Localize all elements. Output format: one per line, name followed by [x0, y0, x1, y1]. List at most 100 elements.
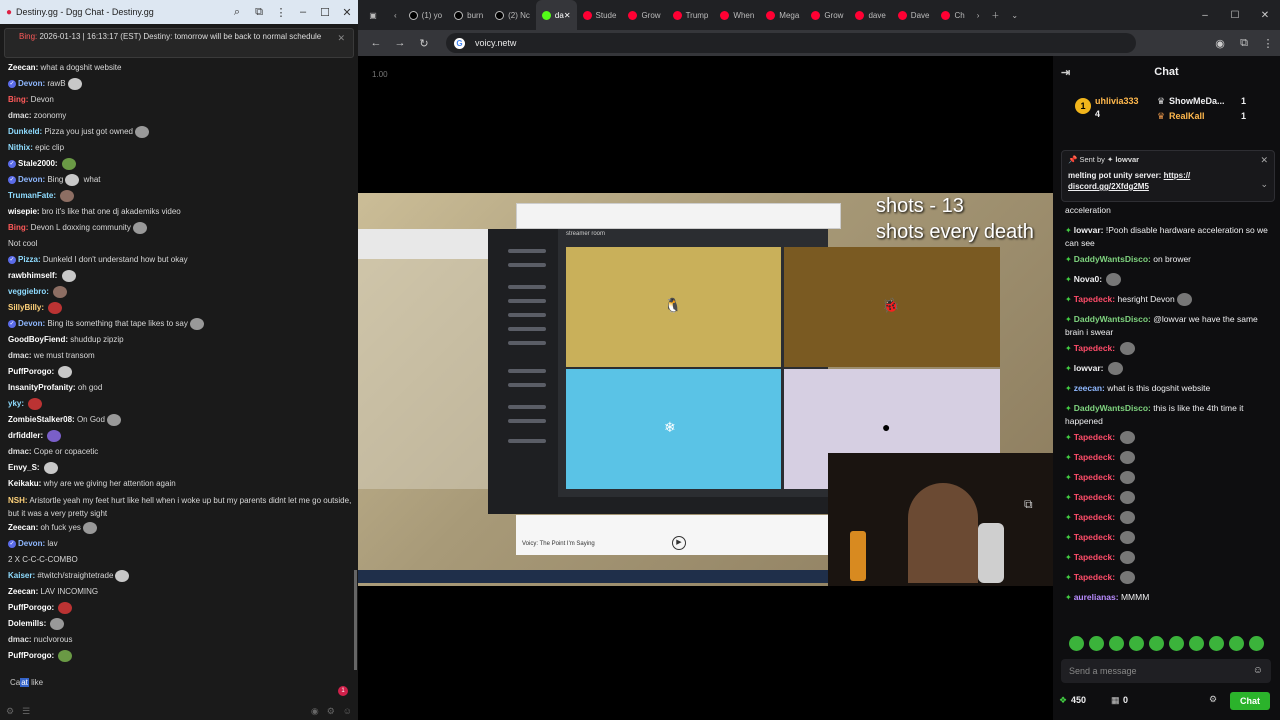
chat-username[interactable]: Envy_S: [8, 463, 40, 472]
tab-scroll-right-icon[interactable]: › [971, 0, 986, 30]
chat-username[interactable]: Tapedeck: [1074, 532, 1115, 542]
chat-username[interactable]: Pizza: [18, 255, 41, 264]
chat-username[interactable]: PuffPorogo: [8, 603, 54, 612]
unpin-icon[interactable]: ✕ [1260, 155, 1268, 166]
chat-username[interactable]: Devon: [18, 319, 45, 328]
extensions-icon[interactable]: ⧉ [1232, 37, 1256, 50]
browser-tab[interactable]: da ✕ [535, 0, 577, 30]
chat-username[interactable]: dmac: [8, 447, 32, 456]
profile-icon[interactable]: ◉ [1208, 37, 1232, 50]
chat-username[interactable]: DaddyWantsDisco: [1074, 254, 1151, 264]
users-icon[interactable]: ☰ [22, 706, 30, 717]
gift-count[interactable]: 0 [1123, 695, 1128, 705]
chat-username[interactable]: yky: [8, 399, 24, 408]
reload-icon[interactable]: ↻ [412, 37, 436, 50]
browser-tab[interactable]: Stude [577, 0, 623, 30]
chat-username[interactable]: Devon: [18, 175, 45, 184]
close-icon[interactable]: ✕ [337, 33, 345, 44]
chat-username[interactable]: drfiddler: [8, 431, 43, 440]
emote-icon[interactable] [1169, 636, 1184, 651]
chat-username[interactable]: InsanityProfanity: [8, 383, 76, 392]
close-button[interactable]: ✕ [1250, 10, 1280, 21]
maximize-button[interactable]: ☐ [314, 6, 336, 19]
chat-username[interactable]: veggiebro: [8, 287, 49, 296]
maximize-button[interactable]: ☐ [1220, 10, 1250, 21]
chat-username[interactable]: rawbhimself: [8, 271, 57, 280]
chat-username[interactable]: Devon: [18, 79, 45, 88]
people-icon[interactable]: ☺ [343, 706, 352, 716]
minimize-button[interactable]: – [1190, 10, 1220, 21]
eye-icon[interactable]: ◉ [311, 706, 319, 717]
browser-tab[interactable]: (2) Nc [489, 0, 536, 30]
chat-username[interactable]: aurelianas: [1074, 592, 1119, 602]
chat-scrollbar[interactable] [354, 570, 357, 670]
chat-username[interactable]: Dolemills: [8, 619, 46, 628]
collapse-chat-icon[interactable]: ⇥ [1061, 66, 1070, 79]
chat-username[interactable]: Stale2000: [18, 159, 58, 168]
forward-icon[interactable]: → [388, 37, 412, 49]
browser-tab[interactable]: Mega [760, 0, 805, 30]
notification-badge[interactable]: 1 [338, 686, 348, 696]
chat-username[interactable]: DaddyWantsDisco: [1074, 314, 1151, 324]
emoji-icon[interactable]: ☺ [1253, 659, 1263, 683]
chat-username[interactable]: GoodBoyFiend: [8, 335, 68, 344]
chevron-down-icon[interactable]: ⌄ [1260, 179, 1268, 190]
chat-username[interactable]: wisepie: [8, 207, 40, 216]
chat-username[interactable]: Tapedeck: [1074, 572, 1115, 582]
chat-username[interactable]: zeecan: [1074, 383, 1105, 393]
chat-username[interactable]: Bing: [8, 95, 28, 104]
chat-username[interactable]: Tapedeck: [1074, 294, 1115, 304]
chat-username[interactable]: Zeecan: [8, 63, 38, 72]
emote-icon[interactable] [1149, 636, 1164, 651]
emote-icon[interactable] [1249, 636, 1264, 651]
emote-icon[interactable] [1069, 636, 1084, 651]
chat-username[interactable]: dmac: [8, 351, 32, 360]
chat-username[interactable]: SillyBilly: [8, 303, 44, 312]
browser-tab[interactable]: burn [448, 0, 489, 30]
pip-icon[interactable]: ⧉ [1024, 497, 1033, 512]
send-message-input[interactable]: Send a message ☺ [1061, 659, 1271, 683]
chat-username[interactable]: ZombieStalker08: [8, 415, 75, 424]
browser-tab[interactable]: Ch [935, 0, 970, 30]
chat-username[interactable]: Tapedeck: [1074, 343, 1115, 353]
leader-name[interactable]: ShowMeDa... [1169, 96, 1225, 106]
chat-input[interactable]: Caat like [4, 674, 354, 696]
chat-username[interactable]: Tapedeck: [1074, 432, 1115, 442]
chat-username[interactable]: Devon: [18, 539, 45, 548]
chat-username[interactable]: TrumanFate: [8, 191, 56, 200]
browser-tab[interactable]: Grow [805, 0, 849, 30]
menu-dots-icon[interactable]: ⋮ [270, 6, 292, 19]
menu-dots-icon[interactable]: ⋮ [1256, 37, 1280, 50]
address-bar[interactable]: G voicy.netw [446, 33, 1136, 53]
chat-username[interactable]: Nithix: [8, 143, 33, 152]
browser-tab[interactable]: Trump [667, 0, 715, 30]
chat-username[interactable]: Tapedeck: [1074, 452, 1115, 462]
gear-icon[interactable]: ⚙ [1209, 694, 1217, 705]
chat-username[interactable]: Tapedeck: [1074, 492, 1115, 502]
chat-send-button[interactable]: Chat [1230, 692, 1270, 710]
chat-username[interactable]: dmac: [8, 111, 32, 120]
chat-username[interactable]: PuffPorogo: [8, 367, 54, 376]
browser-tab[interactable]: dave [849, 0, 891, 30]
emote-icon[interactable] [1189, 636, 1204, 651]
chat-username[interactable]: PuffPorogo: [8, 651, 54, 660]
close-tab-icon[interactable]: ✕ [564, 11, 571, 20]
new-tab-icon[interactable]: ＋ [985, 0, 1005, 30]
points-value[interactable]: 450 [1071, 695, 1086, 705]
search-icon[interactable]: ⌕ [226, 6, 248, 19]
browser-tab[interactable]: Dave [892, 0, 936, 30]
leader-name[interactable]: RealKall [1169, 111, 1205, 121]
chat-username[interactable]: Tapedeck: [1074, 552, 1115, 562]
tab-search-icon[interactable]: ▣ [358, 0, 388, 30]
emote-icon[interactable] [1229, 636, 1244, 651]
browser-tab[interactable]: When [714, 0, 760, 30]
chat-username[interactable]: Dunkeld: [8, 127, 42, 136]
chat-username[interactable]: Kaiser: [8, 571, 35, 580]
chat-username[interactable]: dmac: [8, 635, 32, 644]
emote-icon[interactable] [1089, 636, 1104, 651]
back-icon[interactable]: ← [364, 37, 388, 49]
tab-list-icon[interactable]: ⌄ [1005, 0, 1024, 30]
minimize-button[interactable]: – [292, 6, 314, 18]
chat-username[interactable]: lowvar: [1074, 225, 1104, 235]
gear-icon[interactable]: ⚙ [327, 706, 335, 717]
